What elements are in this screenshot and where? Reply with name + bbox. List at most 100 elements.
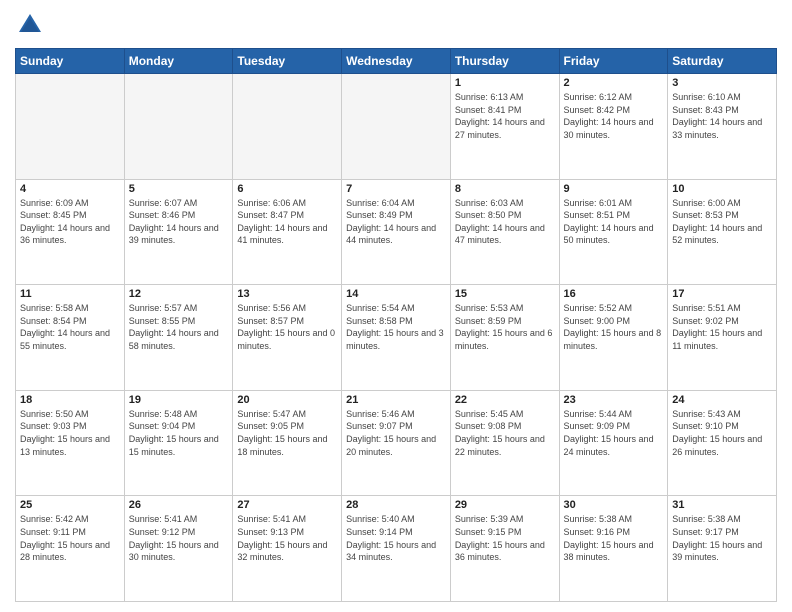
day-info: Sunrise: 5:54 AMSunset: 8:58 PMDaylight:… xyxy=(346,302,446,352)
day-info: Sunrise: 5:41 AMSunset: 9:12 PMDaylight:… xyxy=(129,513,229,563)
calendar-cell: 20 Sunrise: 5:47 AMSunset: 9:05 PMDayligh… xyxy=(233,390,342,496)
calendar-week-5: 25 Sunrise: 5:42 AMSunset: 9:11 PMDayligh… xyxy=(16,496,777,602)
weekday-header-sunday: Sunday xyxy=(16,49,125,74)
calendar-cell: 4 Sunrise: 6:09 AMSunset: 8:45 PMDaylight… xyxy=(16,179,125,285)
calendar-cell: 10 Sunrise: 6:00 AMSunset: 8:53 PMDayligh… xyxy=(668,179,777,285)
logo xyxy=(15,10,47,40)
day-number: 30 xyxy=(564,499,664,511)
page: SundayMondayTuesdayWednesdayThursdayFrid… xyxy=(0,0,792,612)
day-info: Sunrise: 5:38 AMSunset: 9:16 PMDaylight:… xyxy=(564,513,664,563)
day-number: 15 xyxy=(455,288,555,300)
day-number: 7 xyxy=(346,183,446,195)
day-number: 20 xyxy=(237,394,337,406)
weekday-header-wednesday: Wednesday xyxy=(342,49,451,74)
calendar-cell: 16 Sunrise: 5:52 AMSunset: 9:00 PMDayligh… xyxy=(559,285,668,391)
calendar-week-1: 1Sunrise: 6:13 AMSunset: 8:41 PMDaylight… xyxy=(16,74,777,180)
day-number: 13 xyxy=(237,288,337,300)
day-info: Sunrise: 5:40 AMSunset: 9:14 PMDaylight:… xyxy=(346,513,446,563)
day-number: 23 xyxy=(564,394,664,406)
calendar-cell xyxy=(233,74,342,180)
calendar-cell: 8 Sunrise: 6:03 AMSunset: 8:50 PMDaylight… xyxy=(450,179,559,285)
day-info: Sunrise: 6:09 AMSunset: 8:45 PMDaylight:… xyxy=(20,197,120,247)
day-number: 18 xyxy=(20,394,120,406)
day-info: Sunrise: 6:12 AMSunset: 8:42 PMDaylight:… xyxy=(564,91,664,141)
calendar-cell xyxy=(124,74,233,180)
calendar-cell: 15 Sunrise: 5:53 AMSunset: 8:59 PMDayligh… xyxy=(450,285,559,391)
day-info: Sunrise: 5:43 AMSunset: 9:10 PMDaylight:… xyxy=(672,408,772,458)
calendar-cell: 12 Sunrise: 5:57 AMSunset: 8:55 PMDayligh… xyxy=(124,285,233,391)
day-number: 19 xyxy=(129,394,229,406)
day-info: Sunrise: 5:45 AMSunset: 9:08 PMDaylight:… xyxy=(455,408,555,458)
day-number: 21 xyxy=(346,394,446,406)
day-info: Sunrise: 5:56 AMSunset: 8:57 PMDaylight:… xyxy=(237,302,337,352)
calendar-cell: 21 Sunrise: 5:46 AMSunset: 9:07 PMDayligh… xyxy=(342,390,451,496)
day-info: Sunrise: 5:51 AMSunset: 9:02 PMDaylight:… xyxy=(672,302,772,352)
day-info: Sunrise: 5:52 AMSunset: 9:00 PMDaylight:… xyxy=(564,302,664,352)
logo-icon xyxy=(15,10,45,40)
day-info: Sunrise: 5:47 AMSunset: 9:05 PMDaylight:… xyxy=(237,408,337,458)
day-number: 22 xyxy=(455,394,555,406)
weekday-header-friday: Friday xyxy=(559,49,668,74)
calendar-cell: 14 Sunrise: 5:54 AMSunset: 8:58 PMDayligh… xyxy=(342,285,451,391)
day-number: 5 xyxy=(129,183,229,195)
calendar-cell: 2 Sunrise: 6:12 AMSunset: 8:42 PMDaylight… xyxy=(559,74,668,180)
day-number: 26 xyxy=(129,499,229,511)
day-number: 25 xyxy=(20,499,120,511)
day-info: Sunrise: 6:00 AMSunset: 8:53 PMDaylight:… xyxy=(672,197,772,247)
calendar-cell xyxy=(16,74,125,180)
calendar-cell: 19 Sunrise: 5:48 AMSunset: 9:04 PMDayligh… xyxy=(124,390,233,496)
day-number: 9 xyxy=(564,183,664,195)
calendar-cell xyxy=(342,74,451,180)
calendar-cell: 18 Sunrise: 5:50 AMSunset: 9:03 PMDayligh… xyxy=(16,390,125,496)
calendar-cell: 1Sunrise: 6:13 AMSunset: 8:41 PMDaylight… xyxy=(450,74,559,180)
day-info: Sunrise: 5:44 AMSunset: 9:09 PMDaylight:… xyxy=(564,408,664,458)
day-info: Sunrise: 6:03 AMSunset: 8:50 PMDaylight:… xyxy=(455,197,555,247)
day-info: Sunrise: 6:04 AMSunset: 8:49 PMDaylight:… xyxy=(346,197,446,247)
calendar-cell: 25 Sunrise: 5:42 AMSunset: 9:11 PMDayligh… xyxy=(16,496,125,602)
day-info: Sunrise: 5:46 AMSunset: 9:07 PMDaylight:… xyxy=(346,408,446,458)
day-number: 11 xyxy=(20,288,120,300)
day-info: Sunrise: 5:41 AMSunset: 9:13 PMDaylight:… xyxy=(237,513,337,563)
calendar-week-2: 4 Sunrise: 6:09 AMSunset: 8:45 PMDaylight… xyxy=(16,179,777,285)
day-number: 6 xyxy=(237,183,337,195)
calendar-cell: 5 Sunrise: 6:07 AMSunset: 8:46 PMDaylight… xyxy=(124,179,233,285)
day-number: 2 xyxy=(564,77,664,89)
day-info: Sunrise: 6:07 AMSunset: 8:46 PMDaylight:… xyxy=(129,197,229,247)
header xyxy=(15,10,777,40)
calendar-week-4: 18 Sunrise: 5:50 AMSunset: 9:03 PMDayligh… xyxy=(16,390,777,496)
calendar-cell: 6Sunrise: 6:06 AMSunset: 8:47 PMDaylight… xyxy=(233,179,342,285)
weekday-header-saturday: Saturday xyxy=(668,49,777,74)
day-number: 27 xyxy=(237,499,337,511)
day-info: Sunrise: 5:39 AMSunset: 9:15 PMDaylight:… xyxy=(455,513,555,563)
calendar-cell: 24Sunrise: 5:43 AMSunset: 9:10 PMDayligh… xyxy=(668,390,777,496)
calendar-cell: 11 Sunrise: 5:58 AMSunset: 8:54 PMDayligh… xyxy=(16,285,125,391)
day-info: Sunrise: 5:57 AMSunset: 8:55 PMDaylight:… xyxy=(129,302,229,352)
day-number: 1 xyxy=(455,77,555,89)
calendar-week-3: 11 Sunrise: 5:58 AMSunset: 8:54 PMDayligh… xyxy=(16,285,777,391)
day-number: 29 xyxy=(455,499,555,511)
weekday-header-row: SundayMondayTuesdayWednesdayThursdayFrid… xyxy=(16,49,777,74)
day-number: 14 xyxy=(346,288,446,300)
day-info: Sunrise: 5:38 AMSunset: 9:17 PMDaylight:… xyxy=(672,513,772,563)
calendar-cell: 3Sunrise: 6:10 AMSunset: 8:43 PMDaylight… xyxy=(668,74,777,180)
day-number: 28 xyxy=(346,499,446,511)
day-number: 17 xyxy=(672,288,772,300)
day-info: Sunrise: 5:48 AMSunset: 9:04 PMDaylight:… xyxy=(129,408,229,458)
day-number: 31 xyxy=(672,499,772,511)
calendar-cell: 7 Sunrise: 6:04 AMSunset: 8:49 PMDaylight… xyxy=(342,179,451,285)
calendar-cell: 9Sunrise: 6:01 AMSunset: 8:51 PMDaylight… xyxy=(559,179,668,285)
day-info: Sunrise: 5:53 AMSunset: 8:59 PMDaylight:… xyxy=(455,302,555,352)
day-info: Sunrise: 5:58 AMSunset: 8:54 PMDaylight:… xyxy=(20,302,120,352)
day-number: 16 xyxy=(564,288,664,300)
weekday-header-monday: Monday xyxy=(124,49,233,74)
day-number: 4 xyxy=(20,183,120,195)
day-number: 10 xyxy=(672,183,772,195)
calendar-cell: 23 Sunrise: 5:44 AMSunset: 9:09 PMDayligh… xyxy=(559,390,668,496)
day-info: Sunrise: 5:42 AMSunset: 9:11 PMDaylight:… xyxy=(20,513,120,563)
calendar-cell: 22 Sunrise: 5:45 AMSunset: 9:08 PMDayligh… xyxy=(450,390,559,496)
day-info: Sunrise: 5:50 AMSunset: 9:03 PMDaylight:… xyxy=(20,408,120,458)
calendar-cell: 28 Sunrise: 5:40 AMSunset: 9:14 PMDayligh… xyxy=(342,496,451,602)
day-number: 8 xyxy=(455,183,555,195)
day-info: Sunrise: 6:10 AMSunset: 8:43 PMDaylight:… xyxy=(672,91,772,141)
day-number: 12 xyxy=(129,288,229,300)
